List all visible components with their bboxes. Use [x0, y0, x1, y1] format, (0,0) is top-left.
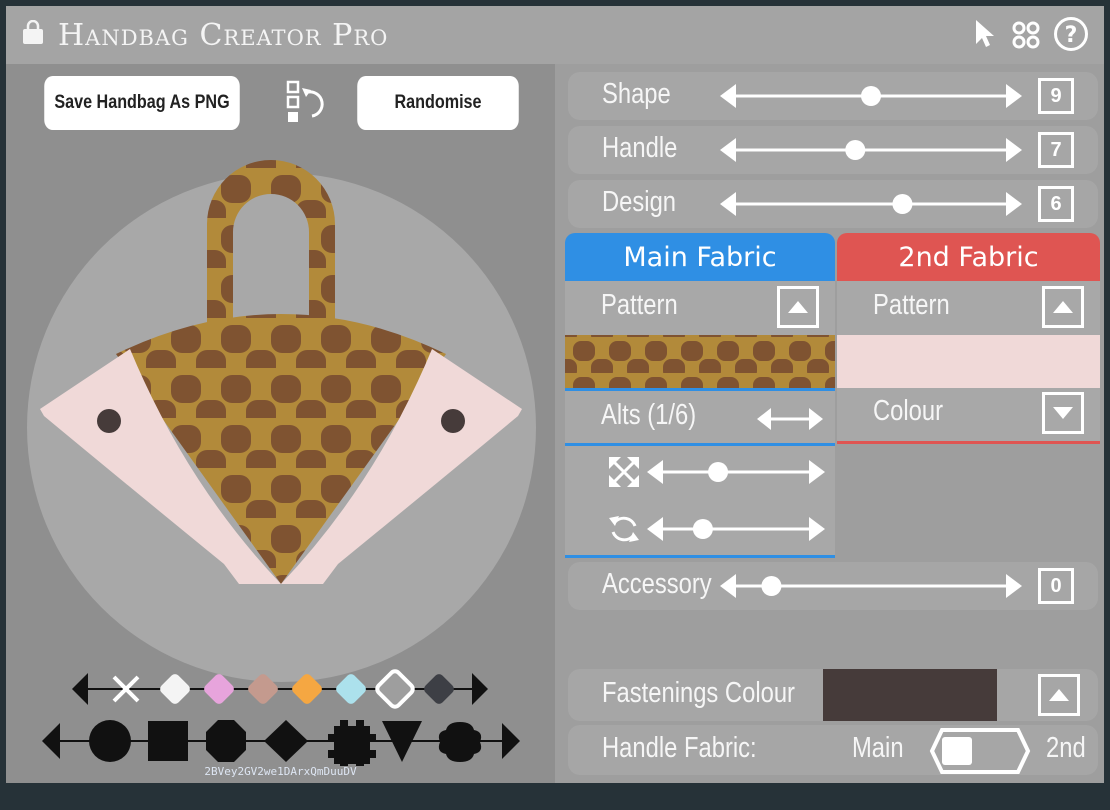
- shape-circle-option[interactable]: [89, 720, 131, 762]
- triangle-down-icon: [1053, 407, 1073, 419]
- design-slider[interactable]: [720, 190, 1022, 218]
- shape-slider-knob[interactable]: [861, 86, 881, 106]
- handle-slider-knob[interactable]: [845, 140, 866, 160]
- dots-grid-icon[interactable]: [1012, 21, 1040, 49]
- triangle-up-icon: [1053, 301, 1073, 313]
- accessory-row: Accessory 0: [568, 562, 1098, 610]
- shape-left-arrow[interactable]: [42, 723, 60, 759]
- fastenings-row: Fastenings Colour: [568, 669, 1098, 721]
- fastenings-label: Fastenings Colour: [602, 677, 795, 709]
- preview-panel: Save Handbag As PNG Randomise 2BVey2GV2w…: [6, 64, 555, 783]
- tab-second-fabric[interactable]: 2nd Fabric: [837, 233, 1100, 281]
- left-fastening: [97, 409, 121, 433]
- shape-label: Shape: [602, 78, 671, 110]
- shape-diamond-option[interactable]: [264, 720, 308, 762]
- second-colour-row: Colour: [837, 388, 1100, 444]
- handle-label: Handle: [602, 132, 678, 164]
- palette-white-swatch[interactable]: [158, 672, 192, 706]
- handle-row: Handle 7: [568, 126, 1098, 174]
- second-colour-dropdown[interactable]: [1042, 392, 1084, 434]
- accessory-value[interactable]: 0: [1038, 568, 1074, 604]
- double-arrow-icon[interactable]: [757, 405, 823, 433]
- app-title: Handbag Creator Pro: [58, 18, 389, 53]
- tab-main-fabric[interactable]: Main Fabric: [565, 233, 835, 281]
- bag-code: 2BVey2GV2we1DArxQmDuuDV: [204, 765, 357, 778]
- main-alts-label: Alts (1/6): [601, 399, 697, 431]
- design-label: Design: [602, 186, 677, 218]
- rotate-slider-knob[interactable]: [692, 519, 713, 539]
- rotate-slider[interactable]: [647, 515, 825, 543]
- bag-handle: [207, 160, 335, 334]
- handle-fabric-toggle[interactable]: [928, 727, 1032, 775]
- design-row: Design 6: [568, 180, 1098, 228]
- fastenings-colour-toggle[interactable]: [1038, 674, 1080, 716]
- shape-value[interactable]: 9: [1038, 78, 1074, 114]
- palette-selected-swatch[interactable]: [375, 669, 415, 709]
- second-pattern-label: Pattern: [873, 289, 950, 321]
- palette-rose-swatch[interactable]: [246, 672, 280, 706]
- palette-dark-swatch[interactable]: [422, 672, 456, 706]
- main-alts-row: Alts (1/6): [565, 388, 835, 446]
- fastenings-colour-swatch[interactable]: [823, 669, 997, 721]
- triangle-up-icon: [1049, 689, 1069, 701]
- svg-text:?: ?: [1065, 23, 1078, 48]
- handle-slider[interactable]: [720, 136, 1022, 164]
- handle-fabric-main-option[interactable]: Main: [852, 732, 904, 765]
- design-slider-knob[interactable]: [892, 194, 913, 214]
- second-colour-label: Colour: [873, 395, 944, 427]
- scale-expand-icon: [609, 457, 639, 487]
- shape-row: Shape 9: [568, 72, 1098, 120]
- accessory-slider[interactable]: [720, 572, 1022, 600]
- scale-slider-knob[interactable]: [708, 462, 729, 482]
- second-pattern-swatch[interactable]: [837, 335, 1100, 388]
- second-pattern-row: Pattern: [837, 281, 1100, 335]
- palette-lightblue-swatch[interactable]: [334, 672, 368, 706]
- title-bar: Handbag Creator Pro ?: [6, 6, 1104, 64]
- main-pattern-label: Pattern: [601, 289, 678, 321]
- handbag-icon: [23, 20, 43, 44]
- handle-value[interactable]: 7: [1038, 132, 1074, 168]
- right-fastening: [441, 409, 465, 433]
- shape-cog-option[interactable]: [328, 720, 376, 766]
- cursor-icon[interactable]: [972, 18, 996, 50]
- second-pattern-toggle[interactable]: [1042, 286, 1084, 328]
- main-transform-panel: [565, 446, 835, 558]
- shape-right-arrow[interactable]: [502, 723, 520, 759]
- rotate-icon: [609, 516, 639, 542]
- shape-slider[interactable]: [720, 82, 1022, 110]
- handle-fabric-second-option[interactable]: 2nd: [1046, 732, 1086, 765]
- shape-square-option[interactable]: [148, 721, 188, 761]
- main-pattern-toggle[interactable]: [777, 286, 819, 328]
- main-pattern-swatch[interactable]: [565, 335, 835, 388]
- main-pattern-row: Pattern: [565, 281, 835, 335]
- design-value[interactable]: 6: [1038, 186, 1074, 222]
- handle-fabric-row: Handle Fabric: Main 2nd: [568, 725, 1098, 775]
- scale-slider[interactable]: [647, 458, 825, 486]
- accessory-label: Accessory: [602, 568, 712, 600]
- shape-blob-option[interactable]: [438, 722, 482, 762]
- triangle-up-icon: [788, 301, 808, 313]
- app-window: Handbag Creator Pro ? Save Handbag As PN…: [6, 6, 1104, 783]
- palette-pink-swatch[interactable]: [202, 672, 236, 706]
- shape-octagon-option[interactable]: [206, 720, 246, 762]
- palette-orange-swatch[interactable]: [290, 672, 324, 706]
- handle-fabric-label: Handle Fabric:: [602, 732, 757, 764]
- palette-right-arrow[interactable]: [472, 673, 488, 705]
- shape-palette: [42, 720, 520, 766]
- palette-left-arrow[interactable]: [72, 673, 88, 705]
- colour-palette: [72, 669, 488, 709]
- handle-fabric-toggle-knob[interactable]: [942, 737, 972, 765]
- help-icon[interactable]: ?: [1053, 16, 1089, 52]
- accessory-slider-knob[interactable]: [761, 576, 782, 596]
